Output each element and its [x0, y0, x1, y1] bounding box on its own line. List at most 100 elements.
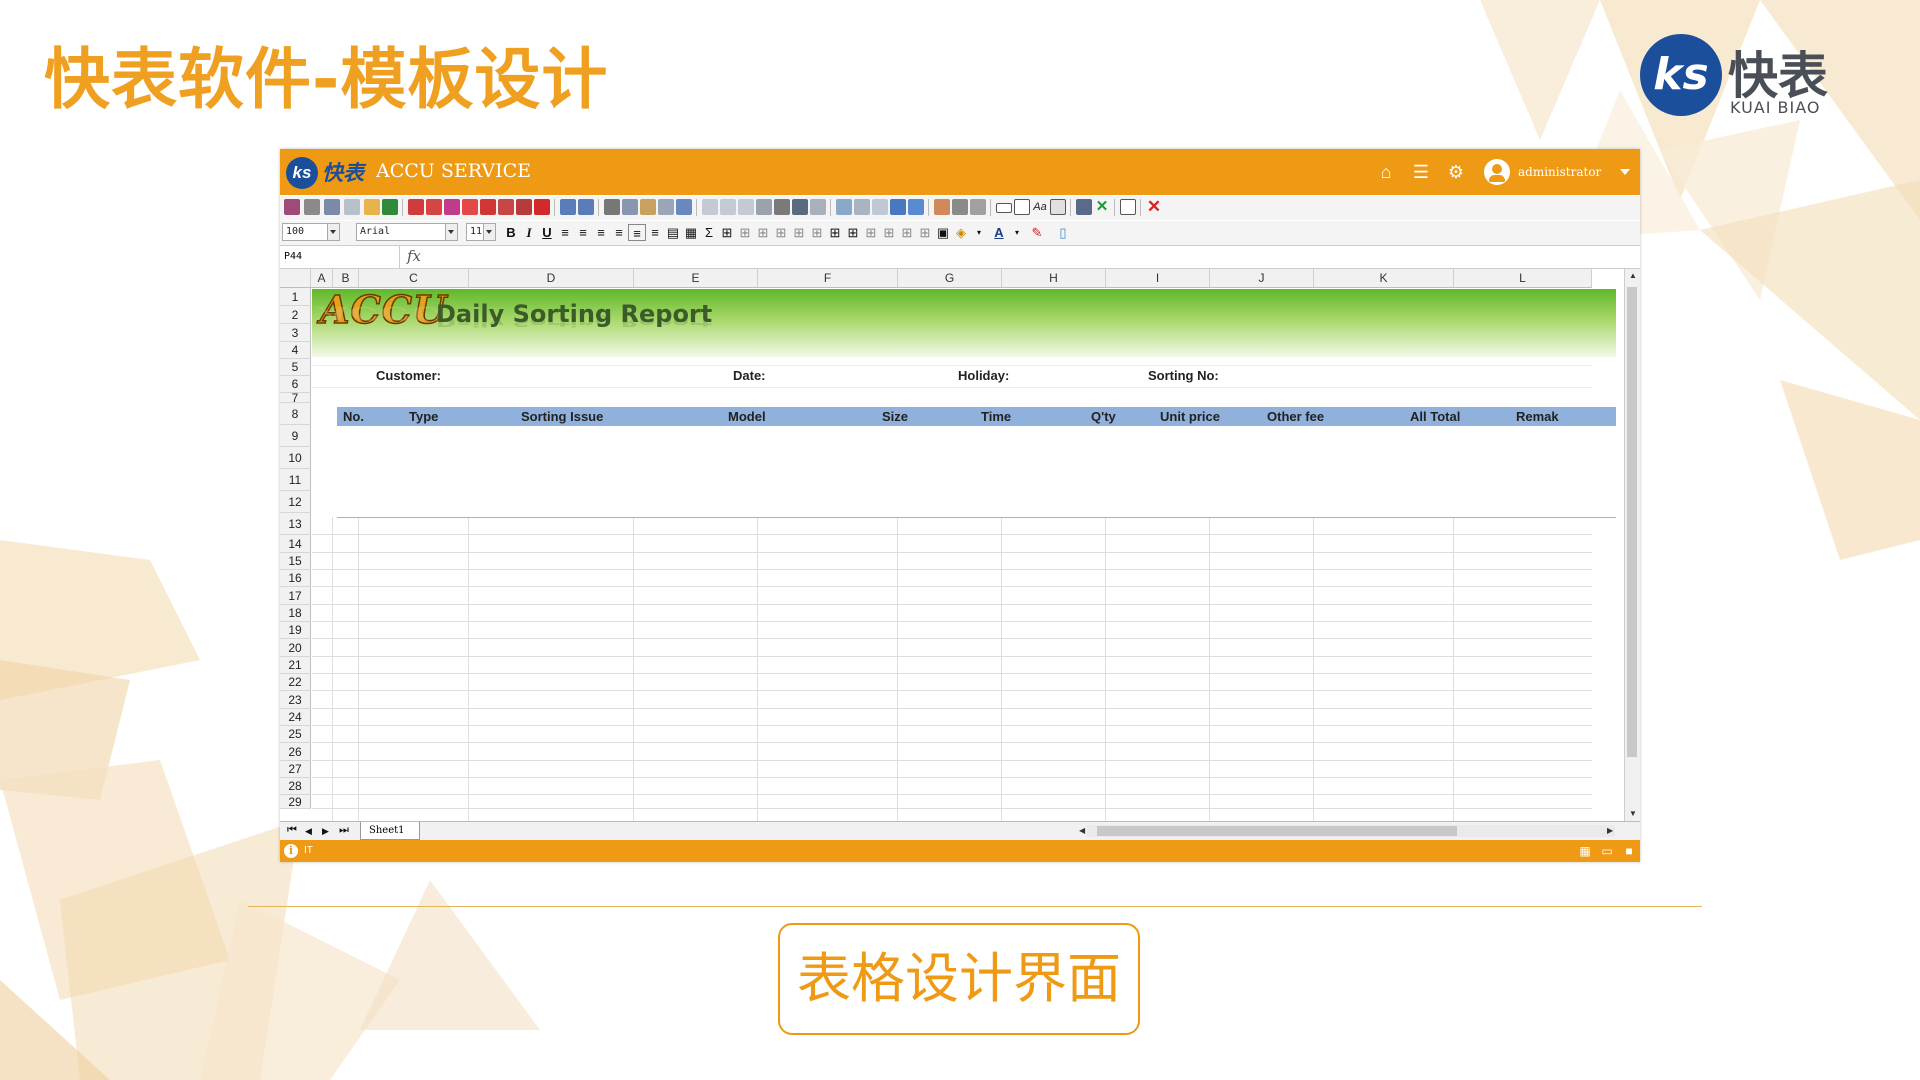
row-header-27[interactable]: 27	[280, 761, 311, 778]
user-menu-chevron-icon[interactable]	[1620, 169, 1630, 175]
next-sheet-icon[interactable]: ▶	[322, 826, 329, 837]
list-icon[interactable]: ☰	[1411, 163, 1431, 181]
horizontal-scroll-thumb[interactable]	[1097, 826, 1457, 836]
print-icon[interactable]	[304, 199, 320, 215]
row-header-17[interactable]: 17	[280, 587, 311, 605]
vertical-scrollbar[interactable]: ▲ ▼	[1624, 269, 1640, 821]
border-none-icon[interactable]: ⊞	[736, 224, 754, 241]
redo-icon[interactable]	[578, 199, 594, 215]
home-icon[interactable]: ⌂	[1376, 163, 1396, 181]
column-header-j[interactable]: J	[1210, 269, 1314, 288]
window-icon[interactable]	[1120, 199, 1136, 215]
last-sheet-icon[interactable]: ⏭	[339, 824, 349, 837]
row-header-8[interactable]: 8	[280, 403, 311, 425]
font-size-stepper[interactable]: 11	[466, 223, 496, 241]
info-icon[interactable]: i	[284, 844, 298, 858]
insert-col-icon[interactable]	[720, 199, 736, 215]
lock-cell-icon[interactable]	[952, 199, 968, 215]
column-header-a[interactable]: A	[311, 269, 333, 288]
column-header-d[interactable]: D	[469, 269, 634, 288]
border-top-icon[interactable]: ⊞	[790, 224, 808, 241]
border-all-icon[interactable]: ⊞	[718, 224, 736, 241]
pdf-icon[interactable]	[408, 199, 424, 215]
close-icon[interactable]: ✕	[1146, 198, 1162, 215]
row-header-24[interactable]: 24	[280, 709, 311, 726]
column-header-i[interactable]: I	[1106, 269, 1210, 288]
row-header-1[interactable]: 1	[280, 288, 311, 306]
italic-button[interactable]: I	[520, 224, 538, 241]
underline-button[interactable]: U	[538, 224, 556, 241]
label-icon[interactable]: Aa	[1032, 199, 1048, 215]
cut-icon[interactable]	[604, 199, 620, 215]
column-header-k[interactable]: K	[1314, 269, 1454, 288]
row-header-13[interactable]: 13	[280, 513, 311, 535]
border-thick-icon[interactable]: ⊞	[898, 224, 916, 241]
textbox-icon[interactable]	[996, 203, 1012, 213]
sort-icon[interactable]	[810, 199, 826, 215]
monitor-icon[interactable]: ▭	[1600, 844, 1614, 858]
pen-icon[interactable]: ✎	[1028, 224, 1046, 241]
pie-icon[interactable]	[890, 199, 906, 215]
user-avatar-icon[interactable]	[1484, 159, 1510, 185]
row-header-15[interactable]: 15	[280, 553, 311, 570]
delete-row-icon[interactable]	[738, 199, 754, 215]
font-size-spin-icon[interactable]	[483, 224, 495, 240]
border-right-icon[interactable]: ⊞	[844, 224, 862, 241]
grid-icon[interactable]	[344, 199, 360, 215]
wrap-text-icon[interactable]: ▤	[664, 224, 682, 241]
text-style-icon[interactable]	[908, 199, 924, 215]
row-header-21[interactable]: 21	[280, 657, 311, 674]
row-header-23[interactable]: 23	[280, 691, 311, 709]
horizontal-scrollbar[interactable]: ◀ ▶	[1079, 825, 1615, 837]
row-header-9[interactable]: 9	[280, 425, 311, 447]
undo-icon[interactable]	[560, 199, 576, 215]
font-color-dropdown-icon[interactable]: ▾	[1008, 224, 1026, 241]
row-header-20[interactable]: 20	[280, 639, 311, 657]
border-bottom-icon[interactable]: ⊞	[808, 224, 826, 241]
row-header-5[interactable]: 5	[280, 359, 311, 376]
row-header-14[interactable]: 14	[280, 535, 311, 553]
row-header-29[interactable]: 29	[280, 795, 311, 809]
align-justify-icon[interactable]: ≡	[610, 224, 628, 241]
share-icon[interactable]	[516, 199, 532, 215]
delete-col-icon[interactable]	[756, 199, 772, 215]
user-name[interactable]: administrator	[1518, 165, 1601, 179]
validate-icon[interactable]: ✕	[1094, 199, 1110, 215]
row-header-26[interactable]: 26	[280, 743, 311, 761]
brush-icon[interactable]	[480, 199, 496, 215]
paste-red-icon[interactable]	[444, 199, 460, 215]
column-header-e[interactable]: E	[634, 269, 758, 288]
prev-sheet-icon[interactable]: ◀	[305, 826, 312, 837]
mobile-icon[interactable]: ▯	[1054, 224, 1072, 241]
chart-icon[interactable]	[854, 199, 870, 215]
fill-color-icon[interactable]: ◈	[952, 224, 970, 241]
column-header-b[interactable]: B	[333, 269, 359, 288]
preview-icon[interactable]	[324, 199, 340, 215]
align-center-icon[interactable]: ≡	[574, 224, 592, 241]
align-left-icon[interactable]: ≡	[556, 224, 574, 241]
column-header-l[interactable]: L	[1454, 269, 1592, 288]
open-folder-icon[interactable]	[364, 199, 380, 215]
row-header-11[interactable]: 11	[280, 469, 311, 491]
font-color-icon[interactable]: A	[990, 224, 1008, 241]
sheet-tab[interactable]: Sheet1	[360, 822, 420, 840]
row-header-2[interactable]: 2	[280, 306, 311, 324]
run-icon[interactable]	[534, 199, 550, 215]
image-icon[interactable]	[836, 199, 852, 215]
sum-button[interactable]: Σ	[700, 224, 718, 241]
clear-icon[interactable]	[934, 199, 950, 215]
checkbox-icon[interactable]	[1014, 199, 1030, 215]
border-double-icon[interactable]: ⊞	[916, 224, 934, 241]
eraser-icon[interactable]	[970, 199, 986, 215]
row-header-7[interactable]: 7	[280, 392, 311, 404]
sql-icon[interactable]	[462, 199, 478, 215]
row-header-4[interactable]: 4	[280, 342, 311, 359]
copy-icon[interactable]	[622, 199, 638, 215]
merge-cells-icon[interactable]: ▦	[682, 224, 700, 241]
row-header-12[interactable]: 12	[280, 491, 311, 513]
spreadsheet-grid[interactable]: 1 2 3 4 5 6 7 8 9 10 11 12 13 14 15 16 17 18 19 20 21 22 23 24 2…	[280, 269, 1624, 821]
wrench-icon[interactable]	[498, 199, 514, 215]
copy-red-icon[interactable]	[426, 199, 442, 215]
grid-view-icon[interactable]: ▦	[1578, 844, 1592, 858]
insert-row-icon[interactable]	[702, 199, 718, 215]
